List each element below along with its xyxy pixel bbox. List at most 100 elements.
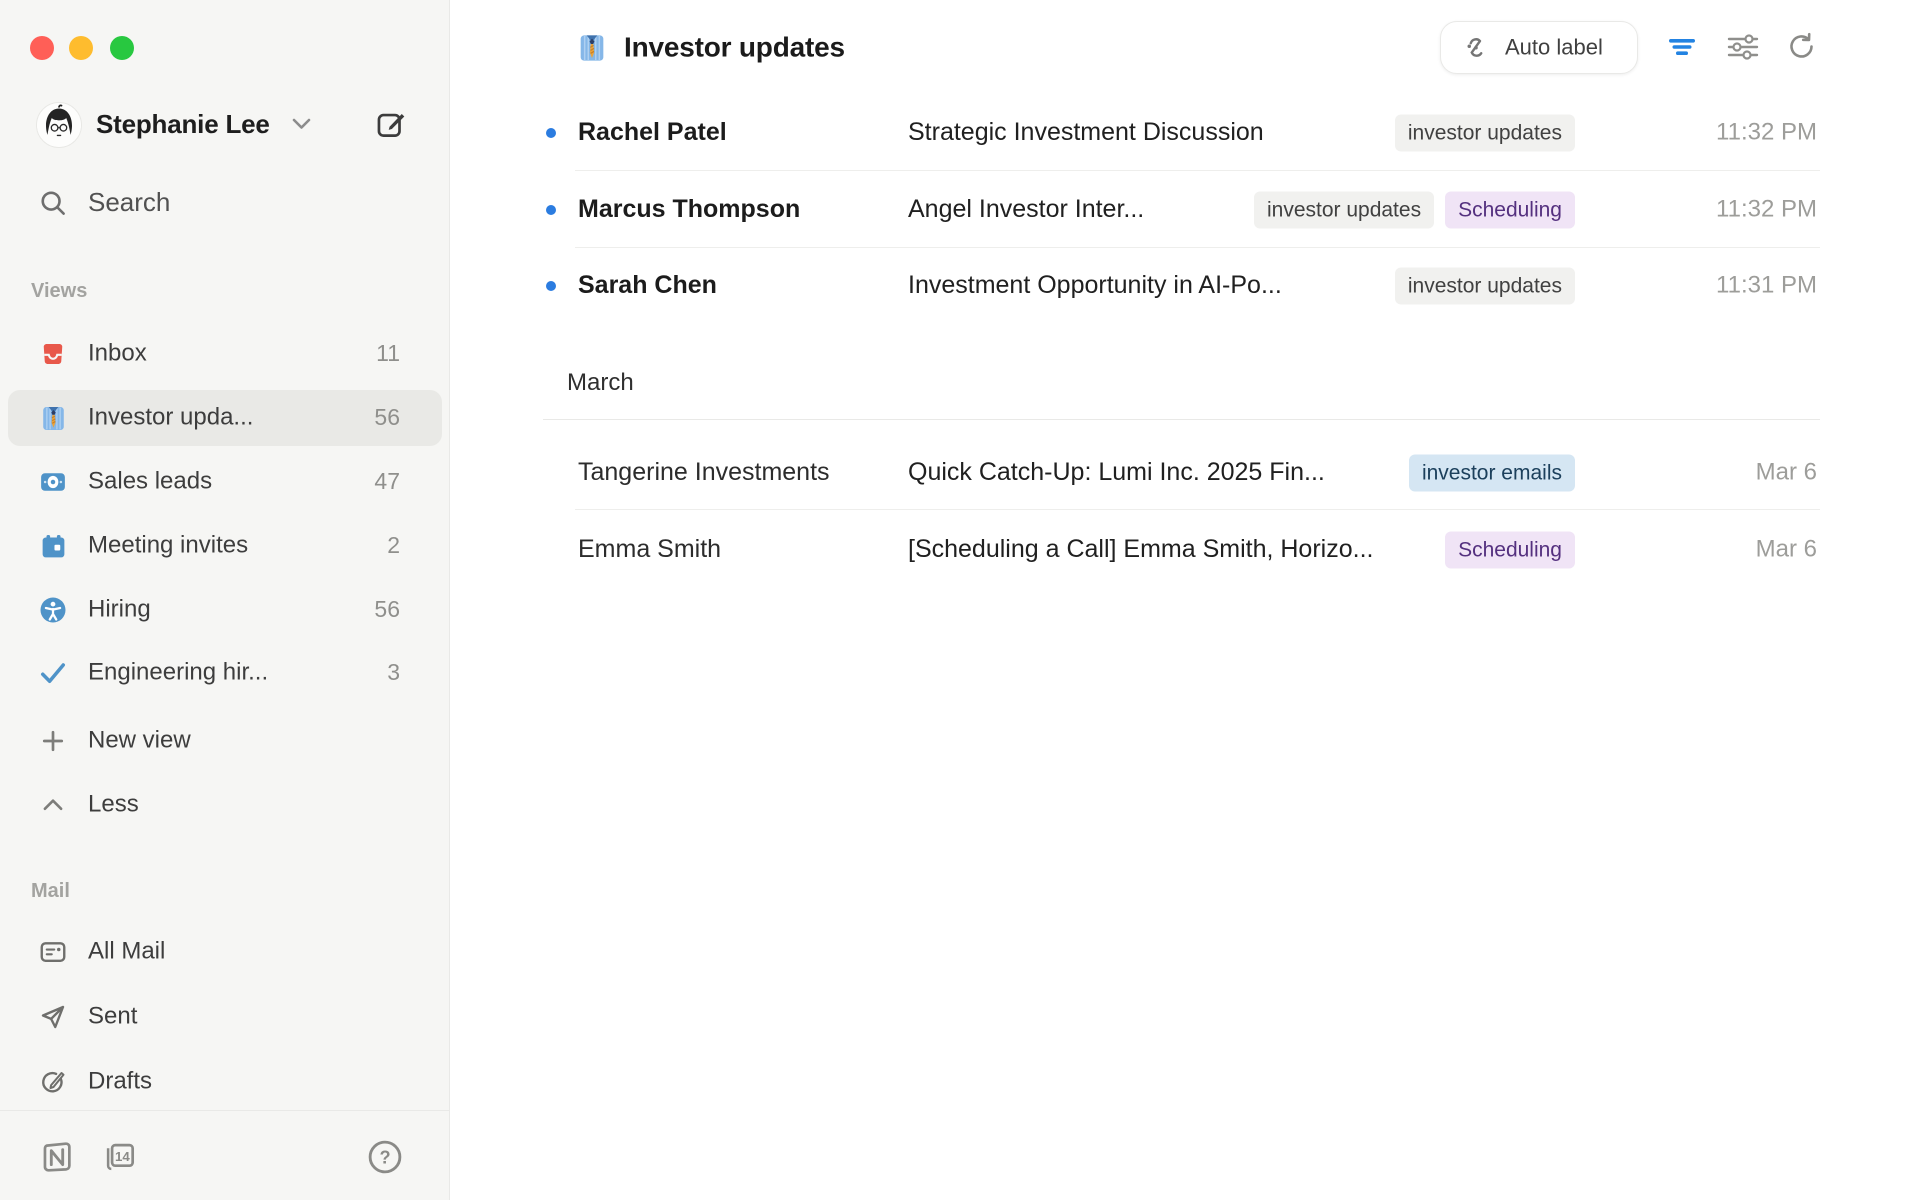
sidebar-footer-divider	[0, 1110, 450, 1111]
sidebar-item-sales-leads[interactable]: Sales leads 47	[8, 454, 442, 510]
sidebar-item-label: Engineering hir...	[88, 658, 268, 686]
checkmark-icon	[36, 656, 70, 690]
page-title: Investor updates	[624, 31, 845, 63]
view-header: Investor updates Auto label	[450, 0, 1920, 96]
row-separator	[575, 170, 1820, 171]
sidebar-item-label: Inbox	[88, 339, 147, 367]
views-section-label: Views	[31, 280, 87, 303]
collapse-less-button[interactable]: Less	[8, 777, 442, 833]
window-minimize-button[interactable]	[69, 36, 93, 60]
email-time: Mar 6	[1756, 458, 1817, 486]
search-placeholder: Search	[88, 187, 170, 218]
sidebar-item-sent[interactable]: Sent	[8, 989, 442, 1045]
money-icon	[36, 465, 70, 499]
row-separator	[575, 509, 1820, 510]
label-chips: investor updates	[1395, 115, 1575, 152]
email-row[interactable]: Marcus Thompson Angel Investor Inter... …	[450, 172, 1920, 248]
sidebar-item-label: Less	[88, 790, 139, 818]
email-sender: Rachel Patel	[578, 118, 727, 147]
chevron-down-icon	[292, 118, 311, 130]
unread-dot	[546, 281, 556, 291]
email-subject: Investment Opportunity in AI-Po...	[908, 271, 1282, 300]
email-row[interactable]: Rachel Patel Strategic Investment Discus…	[450, 95, 1920, 171]
svg-text:14: 14	[115, 1149, 130, 1164]
sidebar-item-engineering-hiring[interactable]: Engineering hir... 3	[8, 645, 442, 701]
window-close-button[interactable]	[30, 36, 54, 60]
calendar-icon	[36, 529, 70, 563]
email-time: Mar 6	[1756, 535, 1817, 563]
sidebar-item-label: Investor upda...	[88, 403, 253, 431]
sidebar-item-label: Sent	[88, 1002, 137, 1030]
sidebar: Stephanie Lee Search Views	[0, 0, 450, 1200]
sidebar-item-label: Drafts	[88, 1067, 152, 1095]
chevron-up-icon	[36, 788, 70, 822]
auto-label-sparkle-icon	[1463, 33, 1493, 63]
window-zoom-button[interactable]	[110, 36, 134, 60]
sidebar-item-drafts[interactable]: Drafts	[8, 1054, 442, 1110]
label-chips: investor emails	[1409, 455, 1575, 492]
display-settings-icon[interactable]	[1723, 27, 1763, 67]
mail-icon	[36, 935, 70, 969]
account-switcher[interactable]: Stephanie Lee	[0, 101, 450, 149]
sidebar-item-all-mail[interactable]: All Mail	[8, 924, 442, 980]
label-chip[interactable]: Scheduling	[1445, 192, 1575, 229]
auto-label-button[interactable]: Auto label	[1440, 21, 1638, 74]
necktie-icon	[576, 32, 608, 64]
label-chip[interactable]: investor emails	[1409, 455, 1575, 492]
svg-text:?: ?	[379, 1147, 390, 1167]
unread-dot	[546, 128, 556, 138]
plus-icon	[36, 724, 70, 758]
email-sender: Tangerine Investments	[578, 458, 830, 487]
unread-dot	[546, 205, 556, 215]
profile-name: Stephanie Lee	[96, 109, 270, 140]
email-subject: Angel Investor Inter...	[908, 195, 1144, 224]
label-chip[interactable]: investor updates	[1395, 115, 1575, 152]
email-row[interactable]: Sarah Chen Investment Opportunity in AI-…	[450, 248, 1920, 324]
accessibility-icon	[36, 593, 70, 627]
search-input[interactable]: Search	[0, 178, 450, 228]
sidebar-item-label: Sales leads	[88, 467, 212, 495]
sidebar-item-investor-updates[interactable]: Investor upda... 56	[8, 390, 442, 446]
sidebar-item-hiring[interactable]: Hiring 56	[8, 582, 442, 638]
refresh-icon[interactable]	[1782, 27, 1822, 67]
email-subject: Strategic Investment Discussion	[908, 118, 1264, 147]
email-row[interactable]: Tangerine Investments Quick Catch-Up: Lu…	[450, 435, 1920, 511]
inbox-tray-icon	[36, 337, 70, 371]
email-subject: [Scheduling a Call] Emma Smith, Horizo..…	[908, 535, 1373, 564]
email-sender: Sarah Chen	[578, 271, 717, 300]
pencil-circle-icon	[36, 1065, 70, 1099]
email-subject: Quick Catch-Up: Lumi Inc. 2025 Fin...	[908, 458, 1325, 487]
label-chip[interactable]: Scheduling	[1445, 532, 1575, 569]
compose-icon[interactable]	[374, 108, 410, 144]
email-sender: Marcus Thompson	[578, 195, 800, 224]
label-chips: Scheduling	[1445, 532, 1575, 569]
email-sender: Emma Smith	[578, 535, 721, 564]
auto-label-button-label: Auto label	[1505, 34, 1603, 60]
sidebar-item-label: New view	[88, 726, 191, 754]
email-time: 11:32 PM	[1716, 195, 1817, 223]
filter-icon[interactable]	[1662, 27, 1702, 67]
search-icon	[38, 188, 68, 218]
new-view-button[interactable]: New view	[8, 713, 442, 769]
unread-count: 2	[387, 532, 400, 559]
paper-plane-icon	[36, 1000, 70, 1034]
label-chip[interactable]: investor updates	[1395, 268, 1575, 305]
sidebar-item-label: Meeting invites	[88, 531, 248, 559]
necktie-icon	[36, 401, 70, 435]
mail-app-window: Stephanie Lee Search Views	[0, 0, 1920, 1200]
email-time: 11:31 PM	[1716, 271, 1817, 299]
sidebar-item-label: All Mail	[88, 937, 165, 965]
calendar-app-icon[interactable]: 14	[101, 1138, 139, 1176]
notion-app-icon[interactable]	[38, 1138, 76, 1176]
unread-count: 11	[376, 340, 400, 367]
unread-count: 47	[374, 468, 400, 495]
email-row[interactable]: Emma Smith [Scheduling a Call] Emma Smit…	[450, 512, 1920, 588]
sidebar-item-label: Hiring	[88, 595, 151, 623]
email-list-pane: Investor updates Auto label	[450, 0, 1920, 1200]
label-chip[interactable]: investor updates	[1254, 192, 1434, 229]
sidebar-item-inbox[interactable]: Inbox 11	[8, 326, 442, 382]
sidebar-item-meeting-invites[interactable]: Meeting invites 2	[8, 518, 442, 574]
help-icon[interactable]: ?	[366, 1138, 404, 1176]
date-group-divider	[543, 419, 1820, 420]
mail-section-label: Mail	[31, 880, 70, 903]
